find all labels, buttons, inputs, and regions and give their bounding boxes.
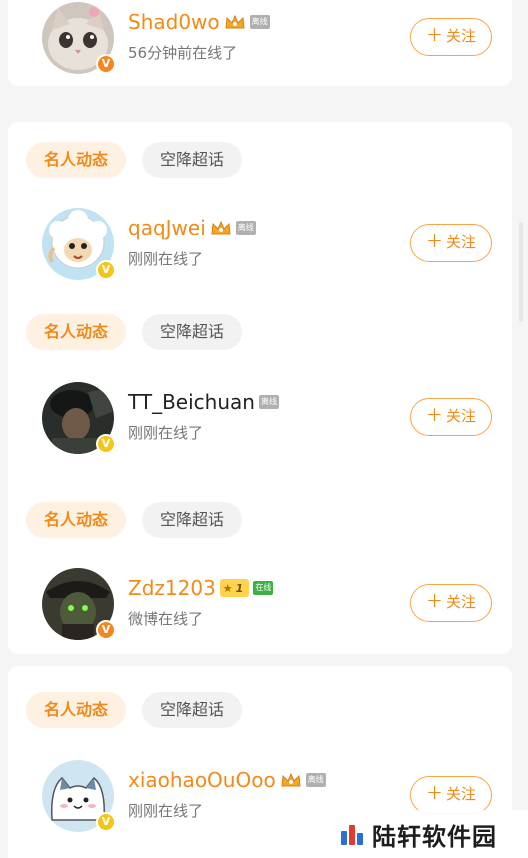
- username[interactable]: Shad0wo: [128, 10, 220, 34]
- feed-card: 名人动态 空降超话 V qaqJwei 离线 刚刚在线了 ＋ 关注 名人动态 空…: [8, 122, 512, 654]
- presence-chip: 离线: [305, 773, 326, 787]
- username[interactable]: xiaohaoOuOoo: [128, 768, 276, 792]
- follow-label: 关注: [445, 785, 476, 803]
- follow-button[interactable]: ＋关注: [410, 18, 492, 56]
- tag-celebrity-updates[interactable]: 名人动态: [26, 142, 127, 178]
- tag-row: 名人动态 空降超话: [26, 314, 243, 350]
- tag-super-topic[interactable]: 空降超话: [142, 502, 243, 538]
- scrollbar[interactable]: [519, 222, 523, 322]
- last-online-text: 刚刚在线了: [128, 802, 204, 820]
- user-row[interactable]: V TT_Beichuan 离线 刚刚在线了 ＋关注: [8, 382, 512, 458]
- crown-icon: [280, 771, 302, 789]
- last-online-text: 刚刚在线了: [128, 250, 204, 268]
- plus-icon: ＋: [425, 406, 443, 426]
- tag-row: 名人动态 空降超话: [26, 502, 243, 538]
- user-card-top: V Shad0wo 离线 56分钟前在线了 ＋关注: [8, 0, 512, 86]
- presence-chip: 在线: [253, 581, 274, 595]
- user-row[interactable]: V Shad0wo 离线 56分钟前在线了 ＋关注: [8, 2, 512, 78]
- tag-super-topic[interactable]: 空降超话: [142, 314, 243, 350]
- tag-celebrity-updates[interactable]: 名人动态: [26, 502, 127, 538]
- plus-icon: ＋: [425, 784, 443, 804]
- verified-badge-icon: V: [96, 620, 116, 640]
- presence-chip: 离线: [235, 221, 256, 235]
- tag-celebrity-updates[interactable]: 名人动态: [26, 314, 127, 350]
- user-row[interactable]: V qaqJwei 离线 刚刚在线了 ＋关注: [8, 208, 512, 284]
- tag-super-topic[interactable]: 空降超话: [142, 142, 243, 178]
- member-level-badge: ★ 1: [219, 579, 250, 597]
- tag-row: 名人动态 空降超话: [26, 692, 243, 728]
- crown-icon: [210, 219, 232, 237]
- star-icon: ★: [222, 581, 233, 595]
- follow-button[interactable]: ＋关注: [410, 398, 492, 436]
- user-row[interactable]: V Zdz1203 ★ 1 在线 微博在线了 ＋关注: [8, 568, 512, 644]
- follow-label: 关注: [445, 593, 476, 611]
- crown-icon: [224, 13, 246, 31]
- verified-badge-icon: V: [96, 434, 116, 454]
- plus-icon: ＋: [425, 592, 443, 612]
- follow-label: 关注: [445, 233, 476, 251]
- presence-chip: 离线: [249, 15, 270, 29]
- follow-button[interactable]: ＋关注: [410, 776, 492, 814]
- presence-chip: 离线: [258, 395, 279, 409]
- tag-celebrity-updates[interactable]: 名人动态: [26, 692, 127, 728]
- username[interactable]: TT_Beichuan: [128, 390, 255, 414]
- last-online-text: 56分钟前在线了: [128, 44, 238, 62]
- member-level: 1: [235, 581, 244, 595]
- follow-button[interactable]: ＋关注: [410, 584, 492, 622]
- last-online-text: 微博在线了: [128, 610, 204, 628]
- watermark-logo-icon: [338, 821, 366, 847]
- follow-button[interactable]: ＋关注: [410, 224, 492, 262]
- plus-icon: ＋: [425, 26, 443, 46]
- last-online-text: 刚刚在线了: [128, 424, 204, 442]
- username[interactable]: Zdz1203: [128, 576, 216, 600]
- tag-super-topic[interactable]: 空降超话: [142, 692, 243, 728]
- follow-label: 关注: [445, 407, 476, 425]
- username[interactable]: qaqJwei: [128, 216, 206, 240]
- tag-row: 名人动态 空降超话: [26, 142, 243, 178]
- watermark-text: 陆轩软件园: [372, 822, 497, 851]
- plus-icon: ＋: [425, 232, 443, 252]
- watermark: 陆轩软件园: [330, 810, 528, 858]
- verified-badge-icon: V: [96, 812, 116, 832]
- verified-badge-icon: V: [96, 260, 116, 280]
- follow-label: 关注: [445, 27, 476, 45]
- verified-badge-icon: V: [96, 54, 116, 74]
